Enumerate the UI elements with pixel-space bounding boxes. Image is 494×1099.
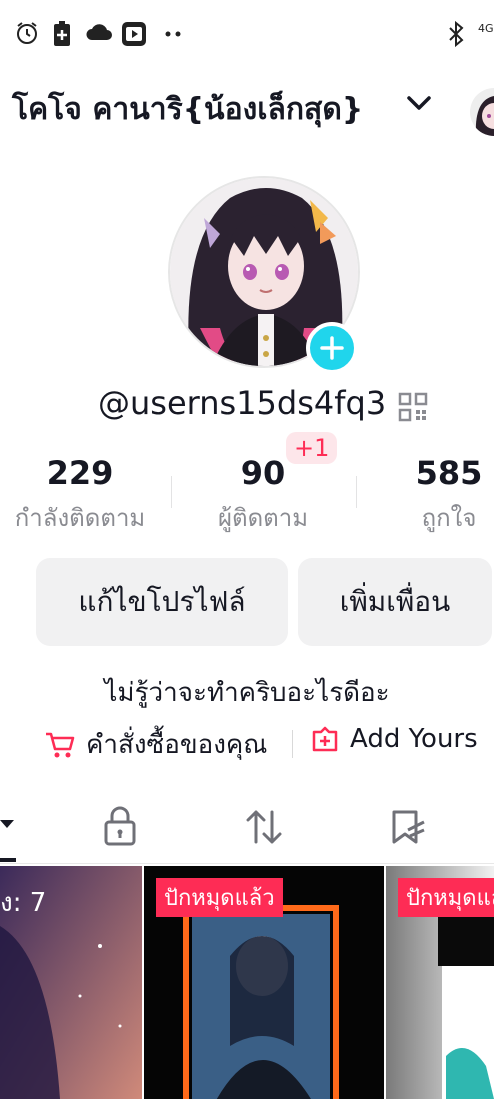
cloud-icon <box>86 24 112 40</box>
active-tab-indicator <box>0 858 16 862</box>
video-1-caption: ง: 7 <box>0 888 47 918</box>
chevron-down-icon[interactable] <box>406 94 432 112</box>
add-yours-label: Add Yours <box>350 724 478 754</box>
edit-profile-button[interactable]: แก้ไขโปรไฟล์ <box>36 558 288 646</box>
account-switcher-title[interactable]: โคโจ คานาริ{น้องเล็กสุด} <box>12 86 363 133</box>
stat-following-value: 229 <box>46 454 114 492</box>
shopping-cart-icon <box>46 732 75 757</box>
liked-hidden-icon[interactable] <box>388 806 430 848</box>
lock-icon[interactable] <box>102 806 138 848</box>
stat-divider <box>356 476 357 508</box>
link-separator <box>292 730 293 758</box>
profile-links-row: คำสั่งซื้อของคุณ Add Yours <box>0 724 494 764</box>
alarm-icon <box>17 22 37 44</box>
header-avatar-thumbnail[interactable] <box>470 88 494 136</box>
stat-divider <box>171 476 172 508</box>
pinned-tag: ปักหมุดแล้ <box>398 878 494 917</box>
add-friends-label: เพิ่มเพื่อน <box>339 585 451 618</box>
handle-row: @userns15ds4fq3 <box>0 384 494 428</box>
more-dots-icon <box>165 31 181 37</box>
network-label: 4G <box>478 22 494 35</box>
bluetooth-icon <box>449 20 464 48</box>
edit-profile-label: แก้ไขโปรไฟล์ <box>78 585 246 618</box>
video-thumbnail-1[interactable]: ง: 7 <box>0 866 142 1099</box>
stat-likes-value: 585 <box>415 454 483 492</box>
add-avatar-button[interactable] <box>306 322 358 374</box>
orders-label: คำสั่งซื้อของคุณ <box>86 730 268 760</box>
stat-followers[interactable]: 90 ผู้ติดตาม <box>196 454 330 537</box>
status-bar: 4G <box>0 0 494 70</box>
content-tabs <box>0 798 494 864</box>
stat-likes-label: ถูกใจ <box>421 504 477 532</box>
stat-following-label: กำลังติดตาม <box>14 504 146 532</box>
profile-bio: ไม่รู้ว่าจะทำคริบอะไรดีอะ <box>104 678 390 708</box>
qr-code-icon[interactable] <box>398 392 428 422</box>
stat-likes[interactable]: 585 ถูกใจ <box>404 454 494 537</box>
video-thumbnail-3[interactable]: ปักหมุดแล้ <box>386 866 494 1099</box>
app-notification-icon <box>122 22 146 46</box>
repost-icon[interactable] <box>244 806 284 848</box>
stat-following[interactable]: 229 กำลังติดตาม <box>8 454 152 537</box>
add-friends-button[interactable]: เพิ่มเพื่อน <box>298 558 492 646</box>
add-yours-icon <box>312 726 338 752</box>
add-yours-link[interactable]: Add Yours <box>310 724 478 754</box>
stat-followers-label: ผู้ติดตาม <box>217 504 309 532</box>
orders-link[interactable]: คำสั่งซื้อของคุณ <box>44 724 267 765</box>
videos-tab-icon[interactable] <box>0 820 14 830</box>
plus-icon <box>320 336 344 360</box>
profile-header: โคโจ คานาริ{น้องเล็กสุด} <box>0 78 494 138</box>
pinned-tag: ปักหมุดแล้ว <box>156 878 283 917</box>
stat-followers-value: 90 <box>240 454 286 492</box>
profile-avatar-container[interactable] <box>168 176 360 374</box>
battery-saver-icon <box>54 21 70 46</box>
video-thumbnail-2[interactable]: ปักหมุดแล้ว <box>144 866 384 1099</box>
profile-handle: @userns15ds4fq3 <box>98 384 387 422</box>
